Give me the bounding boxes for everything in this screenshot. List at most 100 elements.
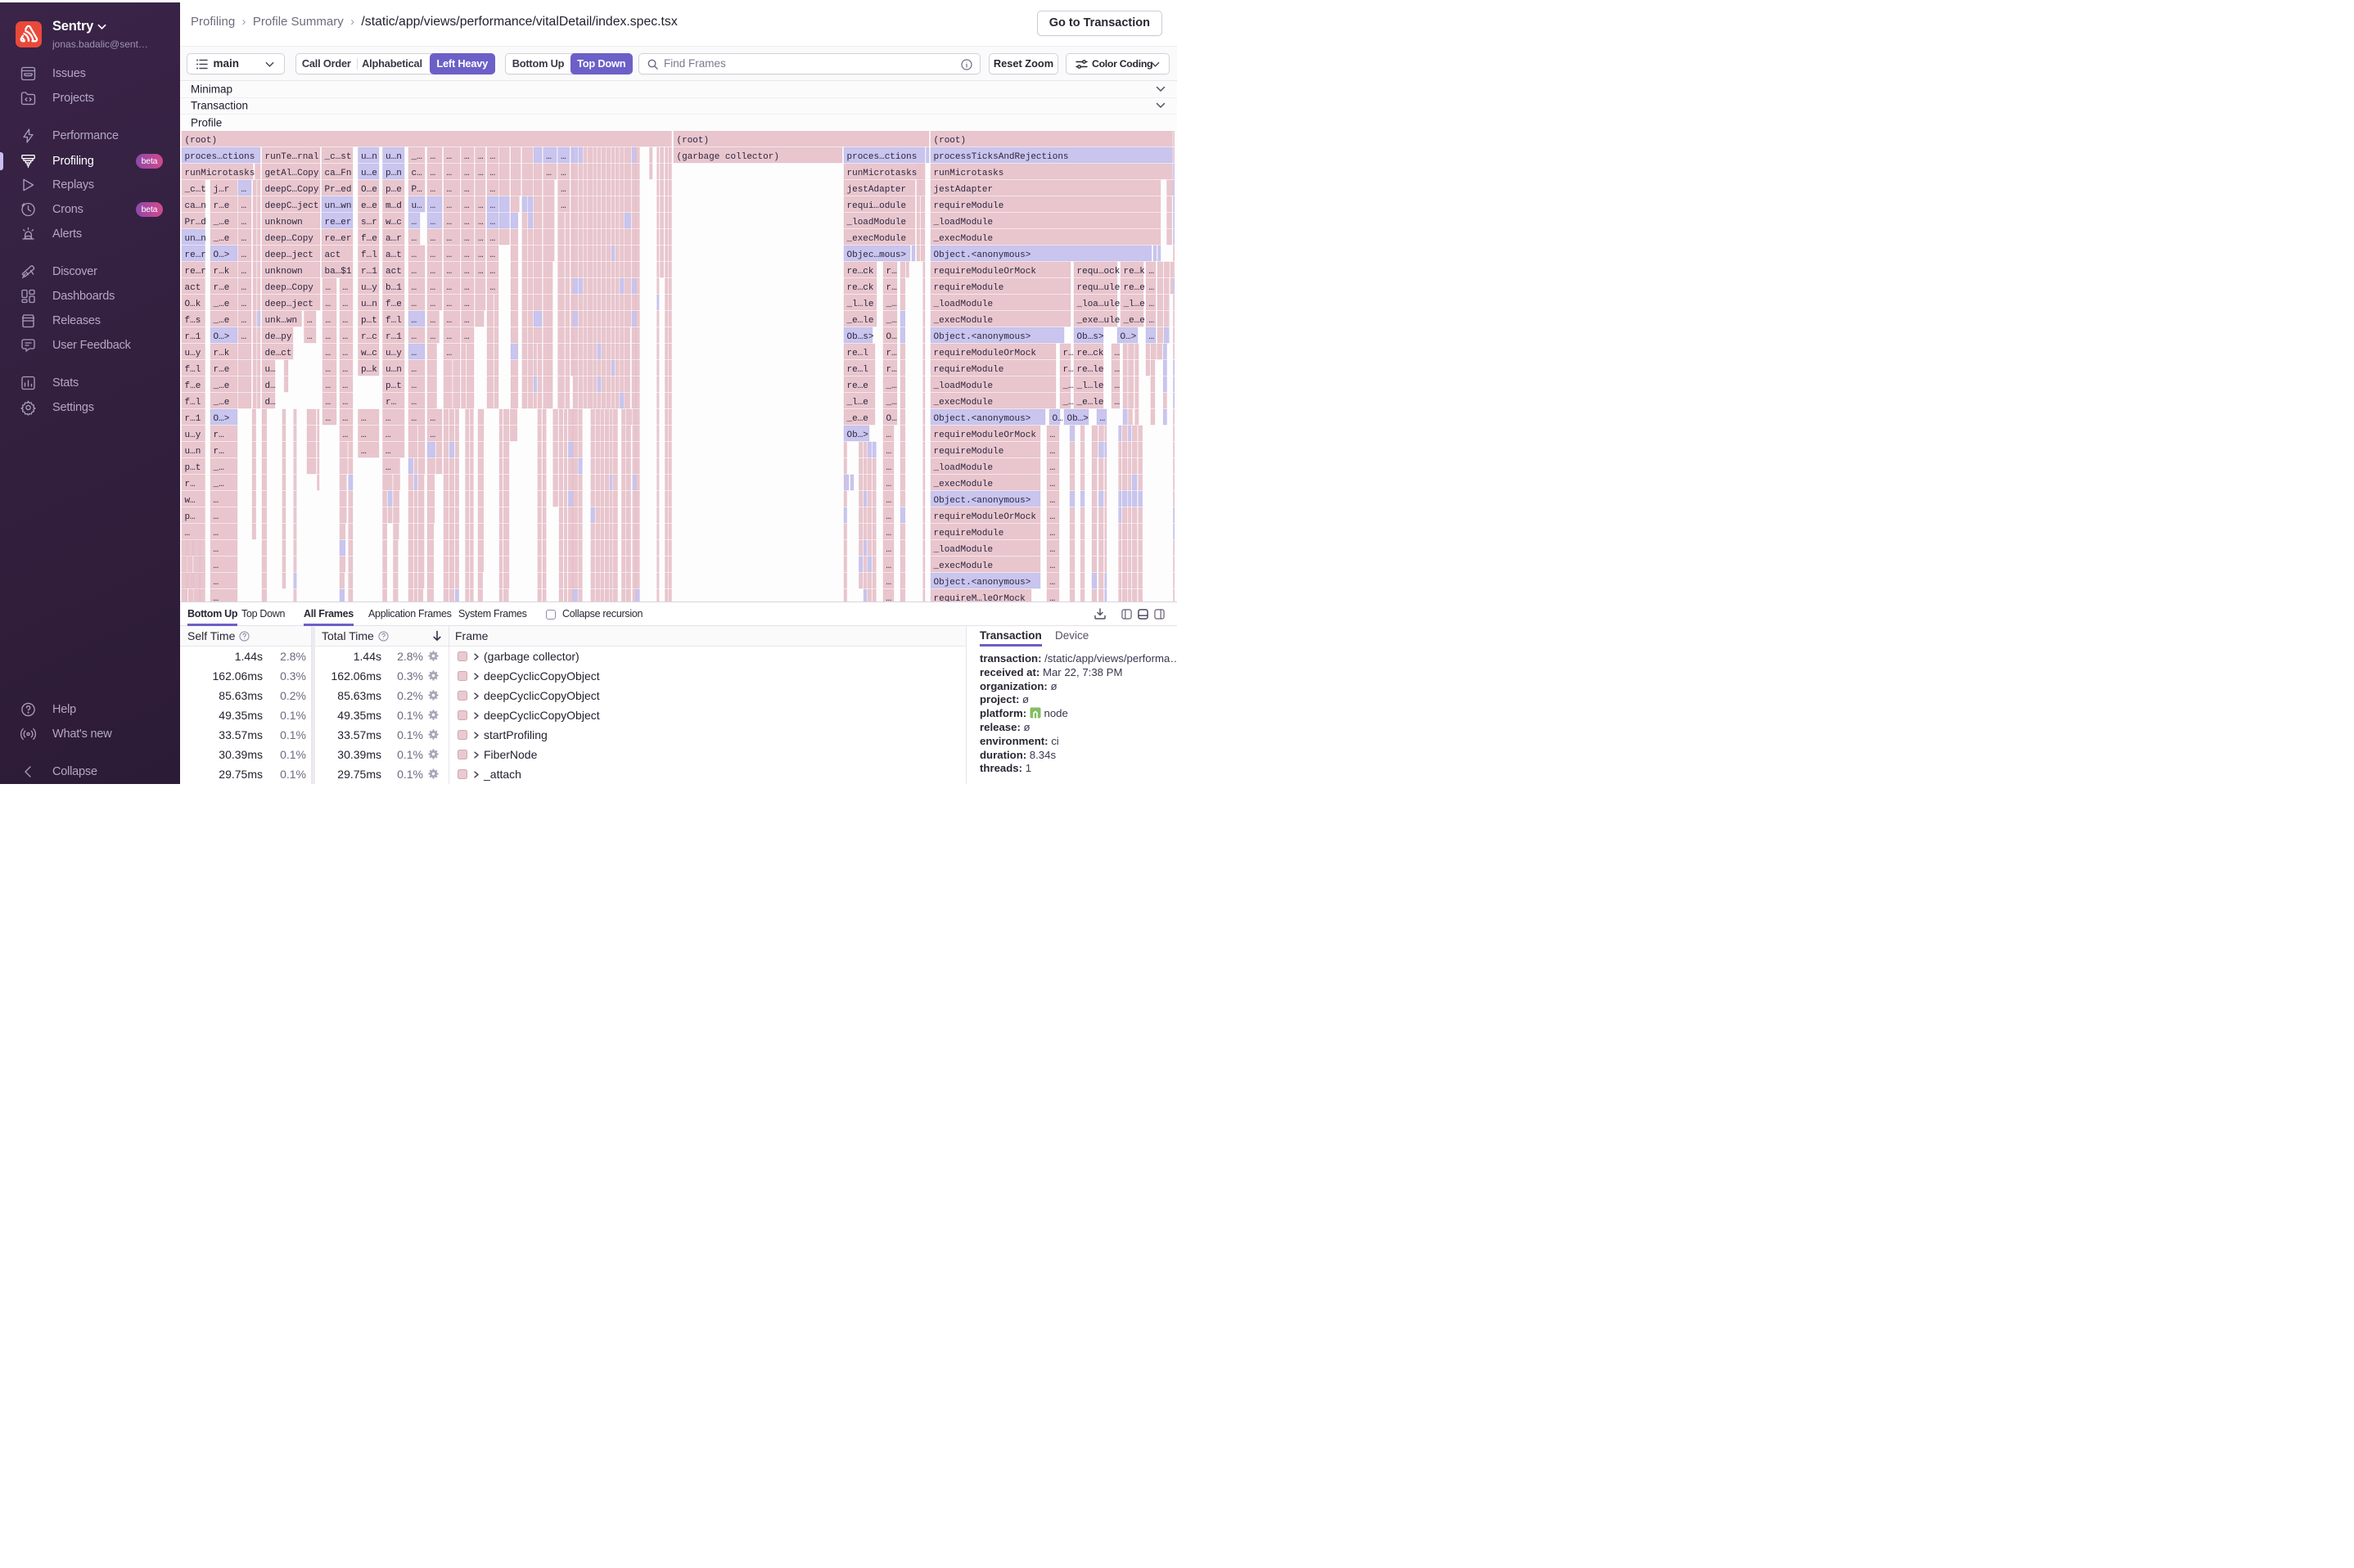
- svg-text:_…: _…: [886, 300, 897, 309]
- svg-text:…: …: [1149, 332, 1155, 342]
- svg-text:ca…n: ca…n: [185, 201, 206, 211]
- svg-text:…: …: [214, 561, 219, 571]
- svg-text:requireModuleOrMock: requireModuleOrMock: [934, 267, 1037, 277]
- svg-text:processTicksAndRejections: processTicksAndRejections: [934, 152, 1069, 162]
- svg-text:re…e: re…e: [1124, 283, 1145, 293]
- svg-text:…: …: [464, 201, 470, 211]
- svg-text:…: …: [447, 300, 453, 309]
- svg-text:O…e: O…e: [361, 185, 377, 195]
- svg-text:u…: u…: [265, 365, 276, 375]
- svg-text:j…r: j…r: [214, 185, 230, 195]
- svg-text:re…k: re…k: [1124, 267, 1146, 277]
- svg-text:…: …: [431, 332, 436, 342]
- svg-text:p…n: p…n: [386, 169, 402, 178]
- svg-text:re…l: re…l: [847, 349, 868, 358]
- svg-text:…: …: [214, 594, 219, 602]
- svg-text:…: …: [343, 365, 349, 375]
- svg-text:…: …: [241, 267, 247, 277]
- svg-text:…: …: [490, 201, 496, 211]
- svg-text:r…1: r…1: [185, 332, 201, 342]
- svg-text:f…l: f…l: [386, 316, 402, 326]
- svg-text:…: …: [412, 283, 417, 293]
- svg-text:requi…odule: requi…odule: [847, 201, 907, 211]
- svg-text:e…e: e…e: [361, 201, 377, 211]
- svg-text:_…e: _…e: [213, 398, 230, 408]
- svg-text:r…1: r…1: [185, 414, 201, 424]
- svg-text:…: …: [361, 430, 367, 440]
- svg-text:…: …: [412, 365, 417, 375]
- svg-text:a…t: a…t: [386, 250, 402, 260]
- svg-text:deepC…Copy: deepC…Copy: [265, 185, 319, 195]
- svg-text:requireModule: requireModule: [934, 447, 1004, 457]
- svg-text:…: …: [464, 234, 470, 244]
- svg-text:…: …: [464, 300, 470, 309]
- svg-text:jestAdapter: jestAdapter: [847, 185, 907, 195]
- svg-text:re…e: re…e: [847, 381, 868, 391]
- svg-text:…: …: [464, 169, 470, 178]
- svg-text:…: …: [1050, 447, 1056, 457]
- svg-text:…: …: [326, 398, 331, 408]
- svg-text:…: …: [478, 234, 484, 244]
- svg-text:_c…st: _c…st: [324, 152, 352, 162]
- svg-text:_e…le: _e…le: [846, 316, 874, 326]
- svg-text:w…c: w…c: [361, 349, 377, 358]
- svg-text:r…c: r…c: [361, 332, 377, 342]
- svg-text:…: …: [464, 283, 470, 293]
- svg-text:f…e: f…e: [185, 381, 201, 391]
- svg-text:ca…Fn: ca…Fn: [325, 169, 352, 178]
- svg-text:…: …: [464, 267, 470, 277]
- svg-text:u…e: u…e: [361, 169, 377, 178]
- svg-text:_…: _…: [886, 398, 897, 408]
- svg-text:r…: r…: [386, 398, 396, 408]
- svg-text:…: …: [241, 316, 247, 326]
- svg-text:Pr…d: Pr…d: [185, 218, 206, 228]
- svg-text:…: …: [326, 283, 331, 293]
- svg-text:…: …: [431, 414, 436, 424]
- svg-text:f…l: f…l: [185, 365, 201, 375]
- svg-text:_execModule: _execModule: [933, 480, 994, 489]
- svg-text:re…r: re…r: [185, 267, 206, 277]
- svg-text:deep…Copy: deep…Copy: [265, 283, 314, 293]
- svg-text:…: …: [412, 250, 417, 260]
- svg-text:…: …: [464, 316, 470, 326]
- svg-text:u…n: u…n: [361, 152, 377, 162]
- svg-text:_e…e: _e…e: [1123, 316, 1145, 326]
- svg-text:requireModule: requireModule: [934, 365, 1004, 375]
- svg-text:r…1: r…1: [361, 267, 377, 277]
- svg-text:_…e: _…e: [213, 234, 230, 244]
- svg-text:…: …: [447, 349, 453, 358]
- svg-text:…: …: [464, 250, 470, 260]
- svg-text:runMicrotasks: runMicrotasks: [185, 169, 255, 178]
- svg-text:u…y: u…y: [361, 283, 377, 293]
- svg-text:unknown: unknown: [265, 218, 303, 228]
- svg-text:(root): (root): [934, 136, 967, 146]
- svg-text:p…t: p…t: [386, 381, 402, 391]
- svg-text:de…ct: de…ct: [265, 349, 292, 358]
- svg-text:…: …: [431, 218, 436, 228]
- svg-text:…: …: [326, 381, 331, 391]
- svg-text:…: …: [214, 512, 219, 522]
- svg-text:…: …: [447, 218, 453, 228]
- svg-text:…: …: [464, 332, 470, 342]
- svg-text:r…: r…: [886, 267, 897, 277]
- svg-text:f…l: f…l: [185, 398, 201, 408]
- svg-text:…: …: [241, 332, 247, 342]
- svg-text:re…ck: re…ck: [847, 283, 874, 293]
- svg-text:…: …: [361, 414, 367, 424]
- svg-text:…: …: [490, 267, 496, 277]
- svg-text:…: …: [343, 381, 349, 391]
- svg-text:_loadModule: _loadModule: [933, 463, 994, 473]
- svg-text:…: …: [490, 250, 496, 260]
- svg-text:_…e: _…e: [213, 218, 230, 228]
- svg-text:…: …: [886, 594, 892, 602]
- svg-text:Object.<anonymous>: Object.<anonymous>: [934, 250, 1031, 260]
- svg-text:r…e: r…e: [214, 283, 230, 293]
- svg-text:…: …: [464, 152, 470, 162]
- svg-text:…: …: [886, 480, 892, 489]
- svg-text:…: …: [1050, 496, 1056, 506]
- svg-text:…: …: [1115, 349, 1121, 358]
- svg-text:…: …: [447, 185, 453, 195]
- svg-text:…: …: [1050, 463, 1056, 473]
- svg-text:…: …: [412, 381, 417, 391]
- svg-text:p…: p…: [185, 512, 196, 522]
